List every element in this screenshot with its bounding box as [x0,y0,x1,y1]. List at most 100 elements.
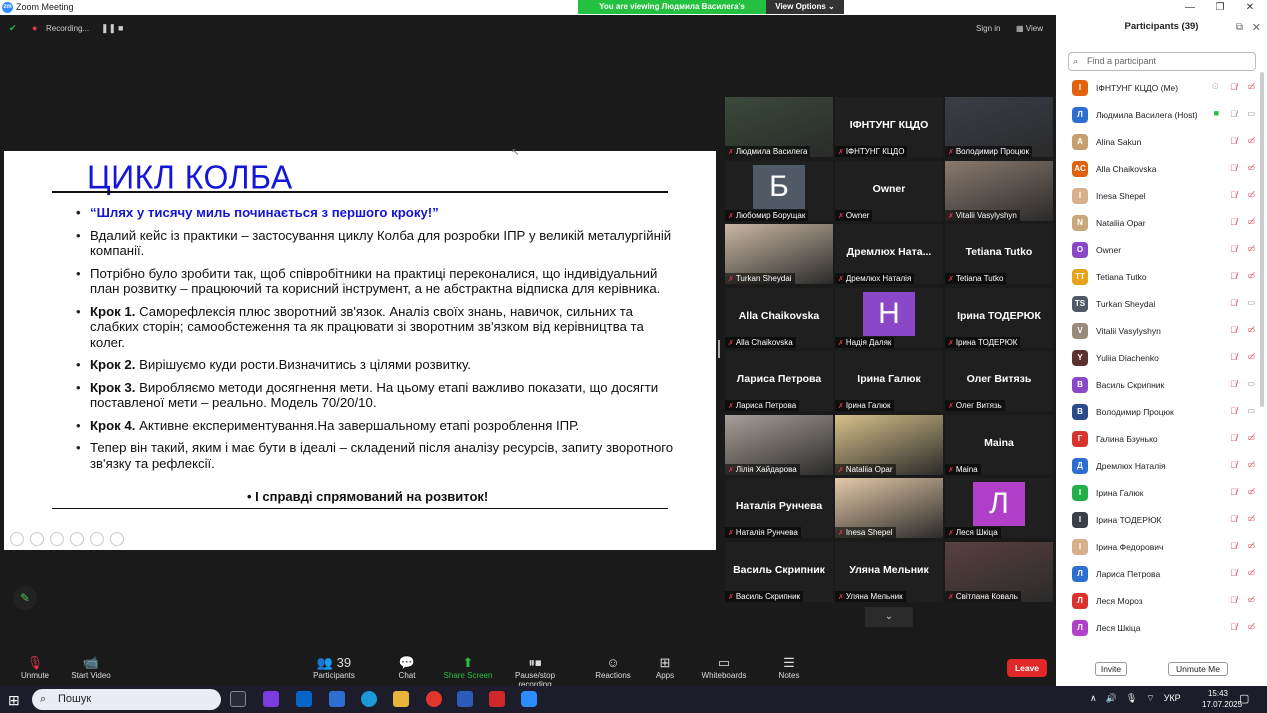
participant-scrollbar[interactable] [1260,72,1264,407]
unmute-me-button[interactable]: Unmute Me [1168,662,1228,676]
video-tile[interactable]: ЛЛеся Шкіца [945,478,1053,538]
toolbar-start-video-button[interactable]: 📹 Start Video [56,655,126,680]
toolbar-participants-button[interactable]: 👥 39 Participants [299,655,369,680]
windows-start-icon[interactable]: ⊞ [8,692,20,709]
sign-in-button[interactable]: Sign in [976,24,1000,33]
video-on-icon: ▭ [1247,379,1255,388]
video-tile[interactable]: Nataliia Opar [835,414,943,475]
outlook-icon[interactable] [296,691,312,707]
chevron-down-icon[interactable]: ⌄ [865,607,913,627]
participant-row[interactable]: І ІФНТУНГ КЦДО (Me) 🎙̸ ▭̸ ⊙ [1056,75,1261,102]
participant-row[interactable]: В Володимир Процюк 🎙̸ ▭ [1056,399,1261,426]
video-tile[interactable]: Tetiana Tutko Tetiana Tutko [945,224,1053,284]
participant-name: Ірина Галюк [1096,488,1144,498]
participant-row[interactable]: O Owner 🎙̸ ▭̸ [1056,237,1261,264]
copilot-icon[interactable] [263,691,279,707]
toolbar-share-screen-button[interactable]: ⬆ Share Screen [433,655,503,680]
participant-row[interactable]: TT Tetiana Tutko 🎙̸ ▭̸ [1056,264,1261,291]
participant-row[interactable]: І Ірина Галюк 🎙̸ ▭̸ [1056,480,1261,507]
video-tile[interactable]: Василь Скрипник Василь Скрипник [725,541,833,602]
participant-row[interactable]: V Vitalii Vasylyshyn 🎙̸ ▭̸ [1056,318,1261,345]
video-tile[interactable]: ІФНТУНГ КЦДО ІФНТУНГ КЦДО [835,97,943,157]
video-tile[interactable]: Людмила Василега [725,97,833,157]
video-tile[interactable]: Vitalii Vasylyshyn [945,160,1053,221]
video-tile[interactable]: Turkan Sheydai [725,224,833,284]
video-tile[interactable]: БЛюбомир Борущак [725,160,833,221]
copy-slides-icon[interactable] [70,532,84,546]
participant-row[interactable]: Л Леся Мороз 🎙̸ ▭̸ [1056,588,1261,615]
toolbar-chat-button[interactable]: 💬 Chat [372,655,442,680]
video-tile[interactable]: Ірина Галюк Ірина Галюк [835,351,943,411]
video-tile[interactable]: Лариса Петрова Лариса Петрова [725,351,833,411]
pen-icon[interactable] [50,532,64,546]
video-tile[interactable]: Олег Витязь Олег Витязь [945,351,1053,411]
invite-button[interactable]: Invite [1095,662,1127,676]
participant-row[interactable]: Г Галина Бзунько 🎙̸ ▭̸ [1056,426,1261,453]
video-tile[interactable]: Наталія Рунчева Наталія Рунчева [725,478,833,538]
video-tile[interactable]: Alla Chaikovska Alla Chaikovska [725,287,833,348]
restore-icon[interactable]: ❐ [1205,0,1235,15]
participant-search-input[interactable]: ⌕ Find a participant [1068,52,1256,71]
toolbar-notes-button[interactable]: ☰ Notes [754,655,824,680]
chrome-icon[interactable] [426,691,442,707]
toolbar-pause-stop-recording-button[interactable]: ⏸⏹ Pause/stop recording [500,655,570,689]
video-tile[interactable]: ННадія Даляк [835,287,943,348]
annotate-pencil-icon[interactable]: ✎ [13,586,37,610]
participant-row[interactable]: TS Turkan Sheydai 🎙̸ ▭ [1056,291,1261,318]
toolbar-whiteboards-button[interactable]: ▭ Whiteboards [689,655,759,680]
tile-name-label: Олег Витязь [945,400,1005,411]
taskbar-clock[interactable]: 15:43 17.07.2025 [1202,688,1242,710]
view-button[interactable]: ▦ View [1016,24,1043,33]
popout-icon[interactable]: ⧉ [1236,22,1243,33]
participant-row[interactable]: I Inesa Shepel 🎙̸ ▭̸ [1056,183,1261,210]
video-tile[interactable]: Дремлюх Ната... Дремлюх Наталія [835,224,943,284]
split-view-divider[interactable] [718,340,720,358]
video-tile[interactable]: Світлана Коваль [945,541,1053,602]
minimize-icon[interactable]: — [1175,0,1205,15]
taskbar-search-input[interactable]: ⌕ Пошук [32,689,221,710]
video-tile[interactable]: Inesa Shepel [835,478,943,538]
tray-expand-icon[interactable]: ∧ [1090,693,1097,704]
participant-row[interactable]: N Nataliia Opar 🎙̸ ▭̸ [1056,210,1261,237]
notification-icon[interactable]: ▢ [1239,692,1249,705]
pause-recording-icon[interactable]: ❚❚ [101,23,116,34]
store-icon[interactable] [329,691,345,707]
participant-row[interactable]: Y Yuliia Diachenko 🎙̸ ▭̸ [1056,345,1261,372]
participant-row[interactable]: A Alina Sakun 🎙̸ ▭̸ [1056,129,1261,156]
toolbar-icon: ⏸⏹ [528,655,542,670]
video-tile[interactable]: Уляна Мельник Уляна Мельник [835,541,943,602]
file-explorer-icon[interactable] [393,691,409,707]
participant-row[interactable]: AC Alla Chaikovska 🎙̸ ▭̸ [1056,156,1261,183]
close-panel-icon[interactable]: ✕ [1252,21,1261,34]
prev-slide-icon[interactable] [10,532,24,546]
participant-row[interactable]: В Василь Скрипник 🎙̸ ▭ [1056,372,1261,399]
speaker-icon[interactable]: 🔊 [1106,693,1117,704]
wifi-icon[interactable]: ⌔ [1146,693,1154,704]
zoom-taskbar-icon[interactable] [521,691,537,707]
stop-recording-icon[interactable]: ■ [118,23,123,33]
participant-row[interactable]: І Ірина ТОДЕРЮК 🎙̸ ▭̸ [1056,507,1261,534]
participant-row[interactable]: Д Дремлюх Наталія 🎙̸ ▭̸ [1056,453,1261,480]
security-shield-icon[interactable]: ✔ [9,23,17,34]
participant-row[interactable]: Л Леся Шкіца 🎙̸ ▭̸ [1056,615,1261,642]
more-options-icon[interactable] [110,532,124,546]
participant-row[interactable]: Л Лариса Петрова 🎙̸ ▭̸ [1056,561,1261,588]
next-slide-icon[interactable] [30,532,44,546]
video-tile[interactable]: Володимир Процюк [945,97,1053,157]
language-indicator[interactable]: УКР [1164,693,1181,704]
wps-icon[interactable] [489,691,505,707]
zoom-slide-icon[interactable] [90,532,104,546]
mic-icon[interactable]: 🎙 [1126,693,1137,704]
participant-row[interactable]: Л Людмила Василега (Host) 🎙̸ ▭ ■ [1056,102,1261,129]
video-tile[interactable]: Maina Maina [945,414,1053,475]
participant-row[interactable]: І Ірина Федорович 🎙̸ ▭̸ [1056,534,1261,561]
word-icon[interactable] [457,691,473,707]
video-tile[interactable]: Лілія Хайдарова [725,414,833,475]
close-icon[interactable]: ✕ [1235,0,1265,15]
view-options-button[interactable]: View Options ⌄ [766,0,844,14]
edge-icon[interactable] [361,691,377,707]
leave-button[interactable]: Leave [1007,659,1047,677]
video-tile[interactable]: Ірина ТОДЕРЮК Ірина ТОДЕРЮК [945,287,1053,348]
video-tile[interactable]: Owner Owner [835,160,943,221]
task-view-icon[interactable] [230,691,246,707]
